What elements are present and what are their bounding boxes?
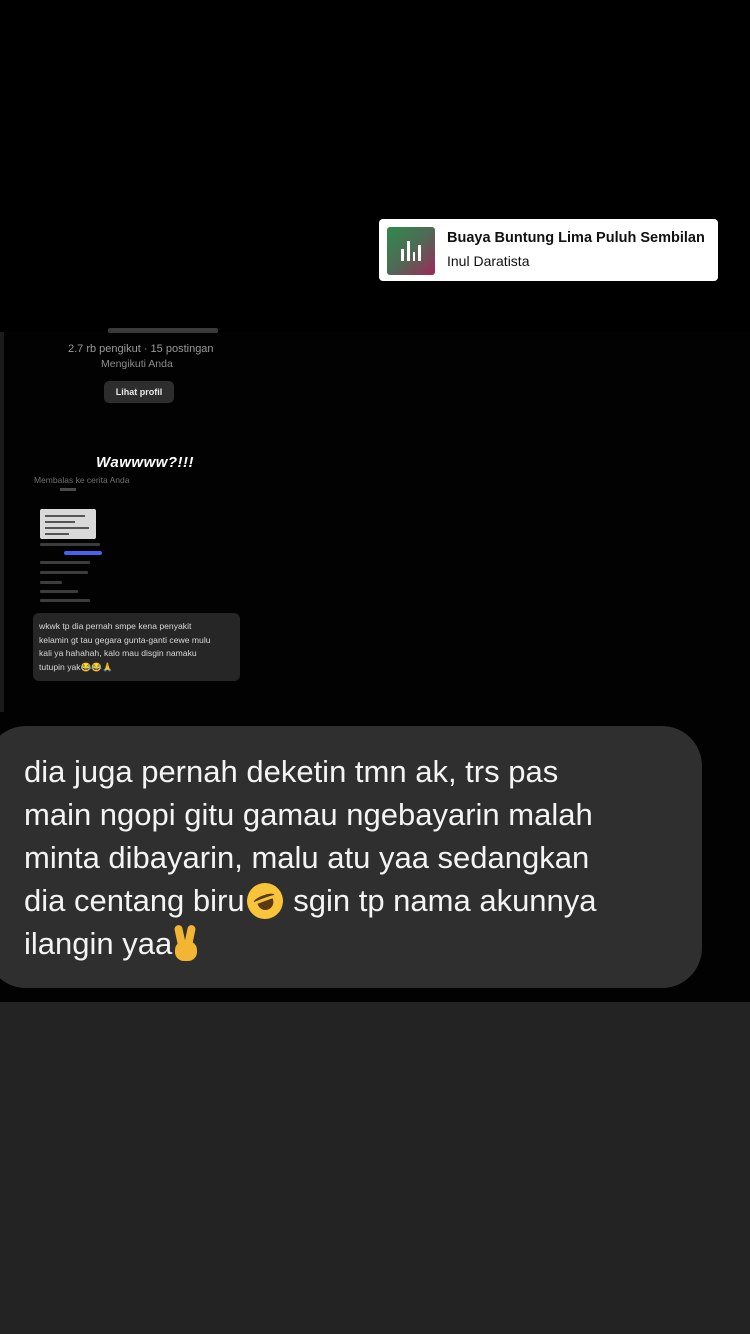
blurred-line [40, 571, 88, 574]
blurred-line [40, 561, 90, 564]
profile-follow-status: Mengikuti Anda [101, 358, 173, 370]
rofl-emoji-icon [241, 877, 288, 925]
story-top-area: Buaya Buntung Lima Puluh Sembilan Inul D… [0, 0, 750, 332]
caption-text: dia juga pernah deketin tmn ak, trs pas … [24, 750, 684, 965]
profile-stats: 2.7 rb pengikut · 15 postingan [68, 343, 214, 355]
song-artist: Inul Daratista [447, 253, 530, 269]
message-text: wkwk tp dia pernah smpe kena penyakit ke… [39, 621, 211, 672]
divider [0, 332, 4, 712]
dm-screenshot: 2.7 rb pengikut · 15 postingan Mengikuti… [20, 328, 260, 712]
profile-username-cut [108, 328, 218, 333]
blurred-line [40, 581, 62, 584]
story-bottom-area [0, 1002, 750, 1334]
victory-hand-icon [172, 924, 202, 963]
music-bars-icon [401, 241, 421, 261]
blurred-line [40, 590, 78, 593]
story-thumbnail [60, 488, 76, 491]
blurred-line [40, 599, 90, 602]
blurred-line [40, 543, 100, 546]
message-bubble: wkwk tp dia pernah smpe kena penyakit ke… [33, 613, 240, 681]
caption-bubble: dia juga pernah deketin tmn ak, trs pas … [0, 726, 702, 988]
reply-label: Membalas ke cerita Anda [34, 475, 130, 485]
song-title: Buaya Buntung Lima Puluh Sembilan [447, 230, 705, 246]
music-sticker[interactable]: Buaya Buntung Lima Puluh Sembilan Inul D… [379, 219, 718, 281]
view-profile-button[interactable]: Lihat profil [104, 381, 174, 403]
album-art [387, 227, 435, 275]
blurred-content [40, 509, 96, 539]
blurred-link [64, 551, 102, 555]
story-overlay-text: Wawwww?!!! [96, 454, 195, 471]
